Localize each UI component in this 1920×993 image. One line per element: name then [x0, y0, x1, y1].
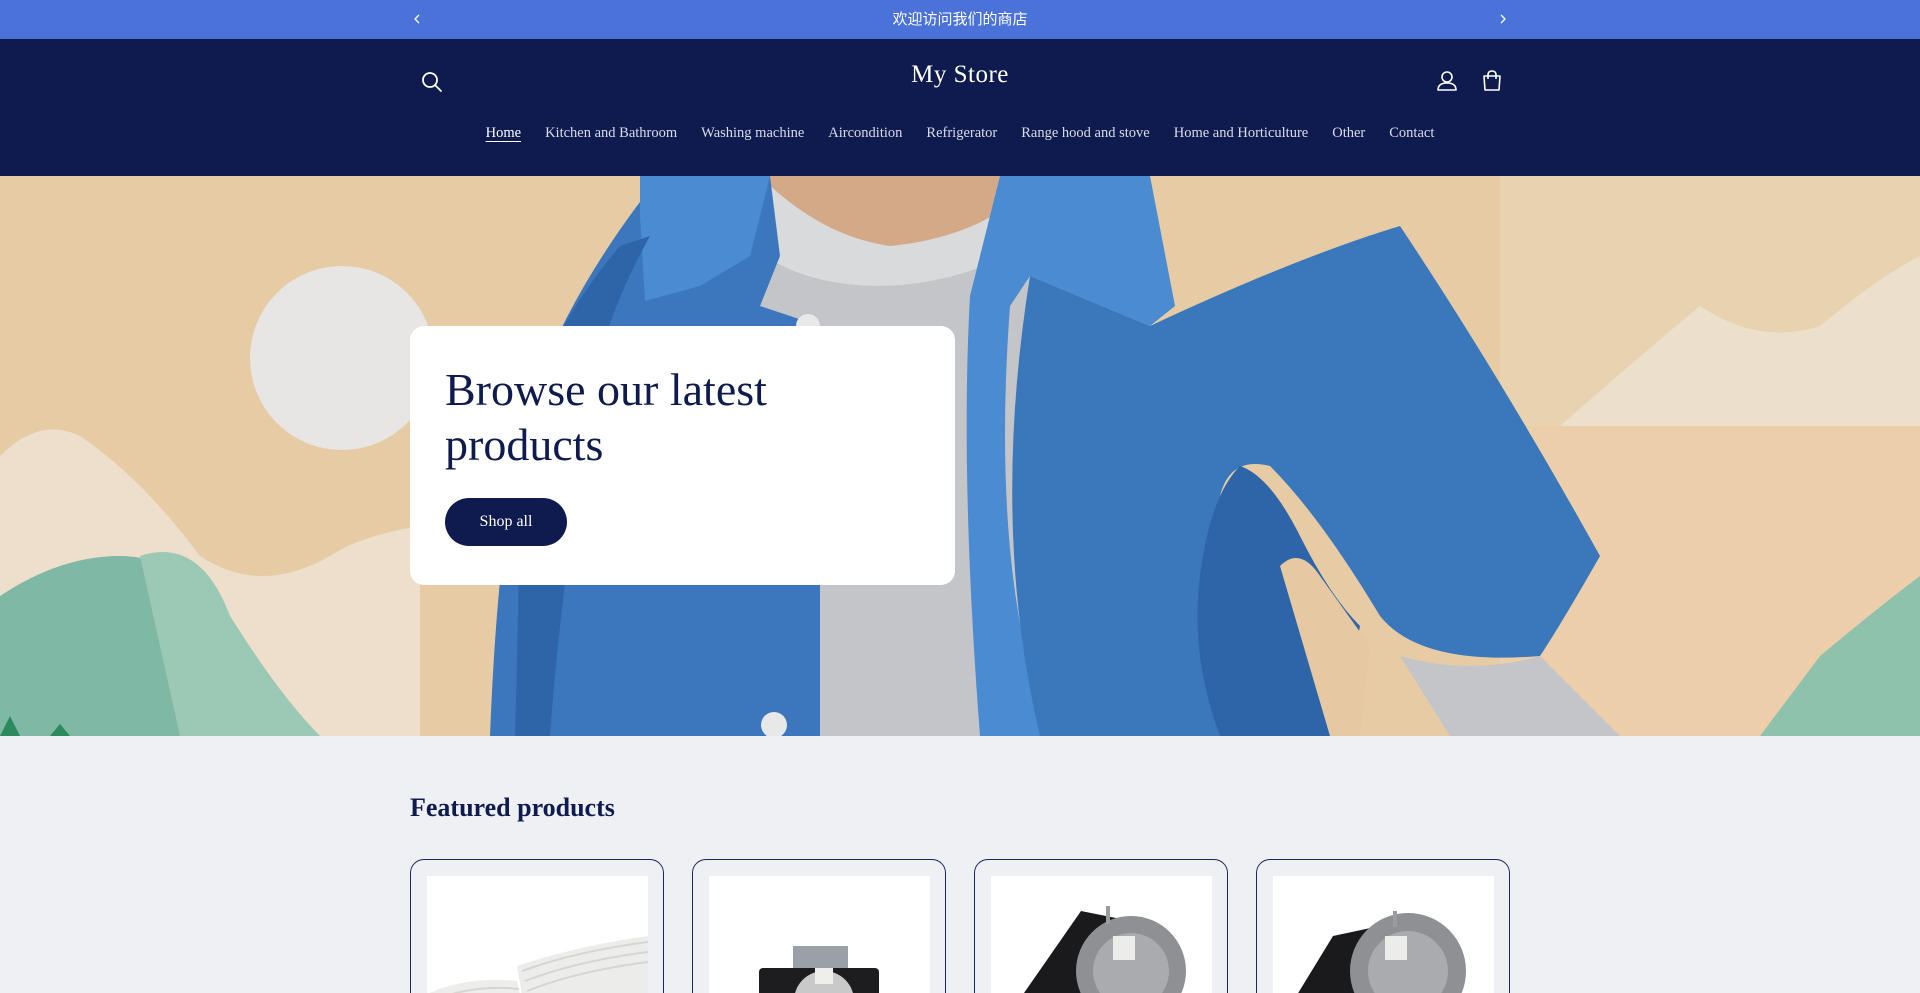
account-icon [1437, 71, 1457, 91]
product-image-timer-switch[interactable] [709, 876, 930, 993]
announcement-message: 欢迎访问我们的商店 [892, 10, 1028, 28]
hero-heading: Browse our latest products [445, 364, 767, 470]
hero-banner: Browse our latest products Shop all [0, 176, 1920, 736]
product-image-filter-pad[interactable] [427, 876, 648, 993]
site-header: My Store Home Kitchen and Bathroom Washi… [0, 39, 1920, 176]
nav-item-contact[interactable]: Contact [1389, 125, 1434, 142]
nav-item-aircondition[interactable]: Aircondition [828, 125, 902, 142]
product-card-2[interactable] [692, 859, 946, 993]
product-image-timer-motor[interactable] [1273, 876, 1494, 993]
announcement-next-button[interactable] [1491, 7, 1515, 31]
hero-illustration [0, 176, 1920, 736]
chevron-right-icon [1500, 14, 1506, 24]
shop-all-button[interactable]: Shop all [445, 498, 567, 546]
product-image-timer-motor[interactable] [991, 876, 1212, 993]
product-card-1[interactable] [410, 859, 664, 993]
nav-item-other[interactable]: Other [1332, 125, 1365, 142]
hero-card: Browse our latest products Shop all [410, 326, 955, 585]
cart-button[interactable] [1478, 67, 1506, 95]
cart-icon [1483, 70, 1501, 91]
product-card-4[interactable] [1256, 859, 1510, 993]
nav-item-home[interactable]: Home [486, 125, 521, 142]
announcement-bar: 欢迎访问我们的商店 [0, 0, 1920, 39]
main-nav: Home Kitchen and Bathroom Washing machin… [0, 125, 1920, 142]
account-button[interactable] [1433, 67, 1461, 95]
nav-item-range-hood-and-stove[interactable]: Range hood and stove [1021, 125, 1149, 142]
featured-products-title: Featured products [410, 793, 615, 822]
nav-item-refrigerator[interactable]: Refrigerator [926, 125, 997, 142]
store-logo[interactable]: My Store [0, 61, 1920, 89]
product-card-3[interactable] [974, 859, 1228, 993]
nav-item-home-and-horticulture[interactable]: Home and Horticulture [1174, 125, 1309, 142]
nav-item-kitchen-and-bathroom[interactable]: Kitchen and Bathroom [545, 125, 677, 142]
nav-item-washing-machine[interactable]: Washing machine [701, 125, 804, 142]
